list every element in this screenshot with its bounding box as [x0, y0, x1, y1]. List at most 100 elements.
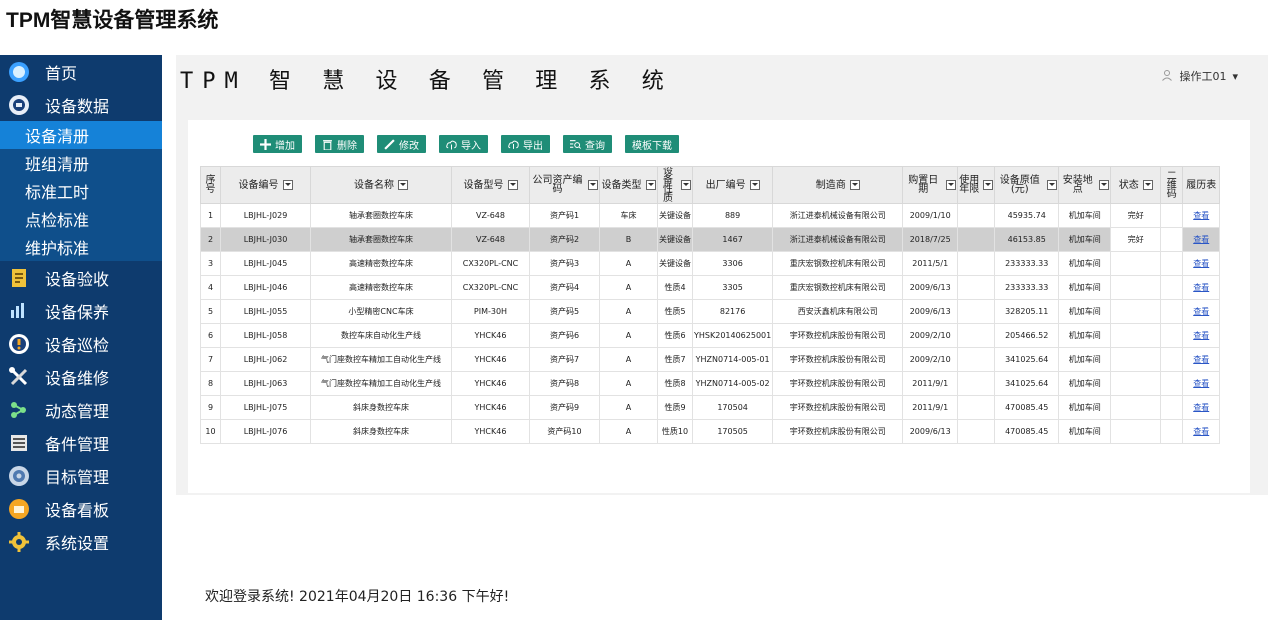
table-cell: LBJHL-J076 [220, 419, 311, 444]
table-cell: 3 [200, 251, 221, 276]
view-history-link[interactable]: 查看 [1193, 283, 1209, 292]
view-history-link[interactable]: 查看 [1193, 355, 1209, 364]
view-history-link[interactable]: 查看 [1193, 379, 1209, 388]
table-row[interactable]: 3 LBJHL-J045 高速精密数控车床 CX320PL-CNC 资产码3 A 关键设备 3… [200, 251, 1221, 276]
table-cell: 完好 [1110, 227, 1162, 252]
column-header[interactable]: 设备型号 [451, 166, 530, 204]
sidebar-item-settings[interactable]: 系统设置 [0, 525, 162, 558]
column-header[interactable]: 购置日期 [902, 166, 959, 204]
sidebar-item-target[interactable]: 目标管理 [0, 459, 162, 492]
table-row[interactable]: 4 LBJHL-J046 高速精密数控车床 CX320PL-CNC 资产码4 A 性质4 33… [200, 275, 1221, 300]
column-header-content: 制造商 [774, 180, 901, 190]
table-row[interactable]: 9 LBJHL-J075 斜床身数控车床 YHCK46 资产码9 A 性质9 170504 宇环… [200, 395, 1221, 420]
view-history-link[interactable]: 查看 [1193, 211, 1209, 220]
filter-dropdown-icon[interactable] [282, 180, 293, 190]
delete-button[interactable]: 删除 [315, 135, 364, 153]
table-cell: 查看 [1182, 371, 1221, 396]
column-header[interactable]: 设备编号 [220, 166, 311, 204]
sidebar-subitem-inspection-standard[interactable]: 点检标准 [0, 205, 162, 233]
sidebar-item-dynamic[interactable]: 动态管理 [0, 393, 162, 426]
filter-dropdown-icon[interactable] [1142, 180, 1153, 190]
column-header[interactable]: 公司资产编码 [529, 166, 600, 204]
add-button-label: 增加 [275, 140, 295, 152]
sidebar-item-repair[interactable]: 设备维修 [0, 360, 162, 393]
filter-dropdown-icon[interactable] [946, 180, 957, 190]
repair-icon [8, 366, 30, 388]
column-header[interactable]: 设备类型 [599, 166, 658, 204]
filter-dropdown-icon[interactable] [1099, 180, 1110, 190]
sidebar-item-acceptance[interactable]: 设备验收 [0, 261, 162, 294]
table-cell: 重庆宏钢数控机床有限公司 [772, 251, 904, 276]
import-button[interactable]: 导入 [439, 135, 488, 153]
user-menu[interactable]: 操作工01 ▾ [1161, 68, 1238, 84]
table-row[interactable]: 5 LBJHL-J055 小型精密CNC车床 PIM-30H 资产码5 A 性质5 82176… [200, 299, 1221, 324]
import-button-label: 导入 [461, 140, 481, 152]
query-button[interactable]: 查询 [563, 135, 612, 153]
table-cell [1160, 395, 1184, 420]
table-cell: 2011/9/1 [902, 371, 959, 396]
table-cell: 数控车床自动化生产线 [310, 323, 452, 348]
table-cell: 资产码8 [529, 371, 600, 396]
view-history-link[interactable]: 查看 [1193, 427, 1209, 436]
column-header-label: 制造商 [815, 179, 846, 191]
column-header[interactable]: 使用年限 [957, 166, 996, 204]
sidebar-item-upkeep[interactable]: 设备保养 [0, 294, 162, 327]
template-download-button[interactable]: 模板下载 [625, 135, 679, 153]
table-row[interactable]: 1 LBJHL-J029 轴承套圈数控车床 VZ-648 资产码1 车床 关键设备 889 浙江… [200, 203, 1221, 228]
filter-dropdown-icon[interactable] [507, 180, 518, 190]
export-button[interactable]: 导出 [501, 135, 550, 153]
column-header: 序号 [200, 166, 221, 204]
filter-dropdown-icon[interactable] [749, 180, 760, 190]
dynamic-icon [8, 399, 30, 421]
filter-dropdown-icon[interactable] [983, 180, 994, 190]
sidebar-subitem-device-list[interactable]: 设备清册 [0, 121, 162, 149]
table-cell [1160, 419, 1184, 444]
table-cell: 233333.33 [994, 251, 1060, 276]
table-row[interactable]: 10 LBJHL-J076 斜床身数控车床 YHCK46 资产码10 A 性质10 17050… [200, 419, 1221, 444]
table-row[interactable]: 2 LBJHL-J030 轴承套圈数控车床 VZ-648 资产码2 B 关键设备 1467 浙江… [200, 227, 1221, 252]
view-history-link[interactable]: 查看 [1193, 259, 1209, 268]
table-cell: 查看 [1182, 419, 1221, 444]
sidebar-item-spare-parts[interactable]: 备件管理 [0, 426, 162, 459]
filter-dropdown-icon[interactable] [1047, 180, 1058, 190]
view-history-link[interactable]: 查看 [1193, 403, 1209, 412]
table-row[interactable]: 6 LBJHL-J058 数控车床自动化生产线 YHCK46 资产码6 A 性质6 YHSK2… [200, 323, 1221, 348]
sidebar-item-device-data[interactable]: 设备数据 [0, 88, 162, 121]
home-icon [8, 61, 30, 83]
filter-dropdown-icon[interactable] [398, 180, 408, 190]
view-history-link[interactable]: 查看 [1193, 235, 1209, 244]
view-history-link[interactable]: 查看 [1193, 307, 1209, 316]
column-header[interactable]: 设备性质 [657, 166, 693, 204]
sidebar-item-label: 动态管理 [45, 401, 110, 421]
filter-dropdown-icon[interactable] [849, 180, 860, 190]
view-history-link[interactable]: 查看 [1193, 331, 1209, 340]
sidebar-subitem-maintenance-standard[interactable]: 维护标准 [0, 233, 162, 261]
column-header[interactable]: 状态 [1110, 166, 1162, 204]
sidebar-subitem-standard-hours[interactable]: 标准工时 [0, 177, 162, 205]
edit-button[interactable]: 修改 [377, 135, 426, 153]
table-cell: 6 [200, 323, 221, 348]
table-cell: 性质6 [657, 323, 693, 348]
column-header[interactable]: 制造商 [772, 166, 904, 204]
filter-dropdown-icon[interactable] [645, 180, 656, 190]
sidebar-item-label: 目标管理 [45, 467, 110, 487]
app-title: TPM 智 慧 设 备 管 理 系 统 [180, 69, 673, 94]
column-header[interactable]: 设备原值(元) [994, 166, 1060, 204]
sidebar-item-board[interactable]: 设备看板 [0, 492, 162, 525]
table-cell: 5 [200, 299, 221, 324]
filter-dropdown-icon[interactable] [588, 180, 598, 190]
sidebar-item-home[interactable]: 首页 [0, 55, 162, 88]
sidebar-subitem-team-list[interactable]: 班组清册 [0, 149, 162, 177]
table-row[interactable]: 7 LBJHL-J062 气门座数控车精加工自动化生产线 YHCK46 资产码7 A 性质7… [200, 347, 1221, 372]
column-header[interactable]: 出厂编号 [691, 166, 774, 204]
table-row[interactable]: 8 LBJHL-J063 气门座数控车精加工自动化生产线 YHCK46 资产码8 A 性质8… [200, 371, 1221, 396]
add-button[interactable]: 增加 [253, 135, 302, 153]
sidebar-item-inspection[interactable]: 设备巡检 [0, 327, 162, 360]
table-cell [1110, 395, 1162, 420]
column-header[interactable]: 安装地点 [1058, 166, 1112, 204]
table-cell [1110, 275, 1162, 300]
column-header-label: 状态 [1118, 179, 1139, 191]
filter-dropdown-icon[interactable] [681, 180, 691, 190]
table-cell: 机加车间 [1058, 251, 1112, 276]
column-header[interactable]: 设备名称 [310, 166, 452, 204]
